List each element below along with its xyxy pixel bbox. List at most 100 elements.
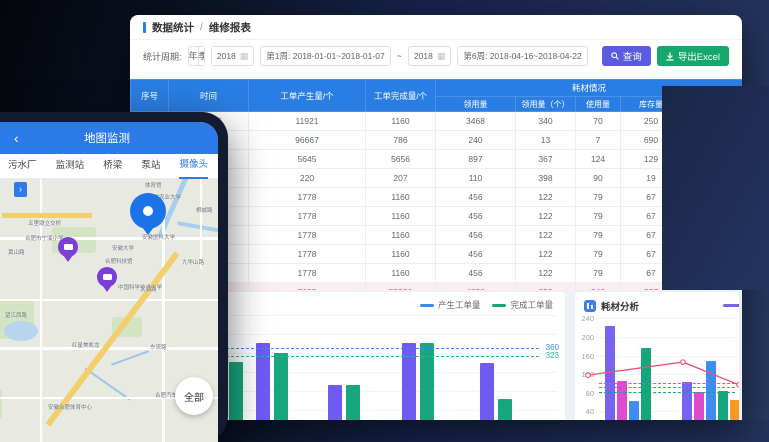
table-cell: 398 [516, 169, 576, 188]
tab-监测站[interactable]: 监测站 [56, 154, 85, 178]
period-option-year[interactable]: 年 [189, 47, 199, 65]
breadcrumb-section: 数据统计 [152, 20, 194, 35]
bar [605, 326, 615, 420]
average-line [599, 387, 735, 388]
map-label: 体育馆 [145, 181, 162, 189]
bar [480, 363, 494, 420]
bar [274, 353, 288, 420]
y-axis-tick: 80 [575, 389, 594, 398]
map-label: 黄山路 [8, 248, 25, 256]
header-created: 工单产生量/个 [249, 80, 366, 112]
tab-泵站[interactable]: 泵站 [141, 154, 160, 178]
average-line-label: 323 [546, 351, 559, 360]
table-cell: 122 [516, 207, 576, 226]
table-cell: 1160 [366, 188, 436, 207]
map-label: 望江西路 [5, 311, 27, 319]
period-segmented-control: 年 季 月 周 日 [188, 46, 205, 66]
map-park [0, 389, 2, 419]
export-excel-button[interactable]: 导出Excel [657, 46, 729, 66]
table-cell: 240 [436, 131, 516, 150]
start-year-select[interactable]: 2018 ▦ [211, 46, 254, 66]
consumables-chart-panel: 耗材分析 2402001601208040 [575, 292, 739, 420]
table-cell: 897 [436, 150, 516, 169]
camera-pin[interactable] [58, 237, 78, 257]
y-axis-tick: 240 [575, 314, 594, 323]
bar [629, 401, 639, 420]
map-road [200, 179, 202, 269]
bar [718, 391, 728, 420]
map-label: 太湖路 [140, 285, 157, 293]
legend-label: 完成工单量 [510, 300, 553, 310]
export-label: 导出Excel [678, 49, 720, 63]
table-cell: 1160 [366, 112, 436, 131]
map-label: 桐城路 [196, 206, 213, 214]
camera-icon [64, 244, 73, 250]
table-cell: 122 [516, 226, 576, 245]
bar [328, 385, 342, 420]
map-stream [111, 350, 149, 366]
gridline [599, 337, 735, 338]
back-icon[interactable]: ‹ [14, 122, 19, 154]
table-cell: 11921 [249, 112, 366, 131]
calendar-icon: ▦ [240, 51, 249, 62]
map-road [162, 219, 165, 442]
map-label: 安徽合肥体育中心 [48, 403, 92, 411]
subheader-0: 领用量 [436, 97, 516, 112]
legend-swatch-green [492, 304, 506, 307]
calendar-icon: ▦ [437, 51, 446, 62]
filter-bar: 统计周期: 年 季 月 周 日 2018 ▦ 第1周: 2018-01-01~2… [130, 40, 742, 72]
end-year-select[interactable]: 2018 ▦ [408, 46, 451, 66]
header-done: 工单完成量/个 [366, 80, 436, 112]
table-cell: 456 [436, 207, 516, 226]
tab-污水厂[interactable]: 污水厂 [8, 154, 37, 178]
breadcrumb-page: 维修报表 [209, 20, 251, 35]
subheader-1: 领用量（个） [516, 97, 576, 112]
tab-桥梁[interactable]: 桥梁 [103, 154, 122, 178]
legend-label: 产生工单量 [438, 300, 481, 310]
start-week-select[interactable]: 第1周: 2018-01-01~2018-01-07 [260, 46, 390, 66]
map-label: 东流路 [150, 343, 167, 351]
table-cell: 1778 [249, 245, 366, 264]
map-lake [4, 321, 38, 341]
chart-legend: 产生工单量 完成工单量 [420, 299, 553, 311]
map-view[interactable]: › 全部 体育馆安徽农业大学桐城路五里墩立交桥合肥市宁溪小学安徽医科大学安徽大学… [0, 179, 218, 442]
table-cell: 110 [436, 169, 516, 188]
legend-swatch-blue [420, 304, 434, 307]
query-button[interactable]: 查询 [602, 46, 651, 66]
table-cell: 3468 [436, 112, 516, 131]
start-year-value: 2018 [217, 51, 236, 61]
download-icon [666, 52, 674, 61]
legend-item-created: 产生工单量 [420, 299, 481, 311]
period-option-quarter[interactable]: 季 [199, 47, 205, 65]
bar [229, 362, 243, 420]
camera-pin[interactable] [97, 267, 117, 287]
y-axis-tick: 200 [575, 333, 594, 342]
map-road [0, 299, 218, 301]
bar [641, 348, 651, 420]
phone-screen: ‹ 地图监测 污水厂监测站桥梁泵站摄像头 › [0, 122, 218, 442]
y-axis-tick: 40 [575, 407, 594, 416]
camera-icon [103, 274, 112, 280]
show-all-button[interactable]: 全部 [175, 377, 213, 415]
table-cell: 1160 [366, 264, 436, 283]
accent-bar [143, 22, 146, 33]
selected-location-pin[interactable] [130, 193, 166, 229]
end-week-value: 第6周: 2018-04-16~2018-04-22 [463, 50, 581, 62]
map-label: 九华山路 [182, 258, 204, 266]
legend-item-done: 完成工单量 [492, 299, 553, 311]
table-cell: 79 [576, 264, 621, 283]
bar [694, 392, 704, 420]
tab-摄像头[interactable]: 摄像头 [179, 153, 208, 179]
table-cell: 456 [436, 264, 516, 283]
end-week-select[interactable]: 第6周: 2018-04-16~2018-04-22 [457, 46, 587, 66]
table-cell: 456 [436, 188, 516, 207]
map-label: 安徽大学 [112, 244, 134, 252]
query-label: 查询 [623, 49, 642, 63]
table-cell: 96667 [249, 131, 366, 150]
table-cell: 122 [516, 264, 576, 283]
map-road-yellow [2, 213, 92, 218]
phone-header: ‹ 地图监测 [0, 122, 218, 154]
expand-button[interactable]: › [14, 182, 27, 197]
table-cell: 1778 [249, 264, 366, 283]
subheader-2: 使用量 [576, 97, 621, 112]
